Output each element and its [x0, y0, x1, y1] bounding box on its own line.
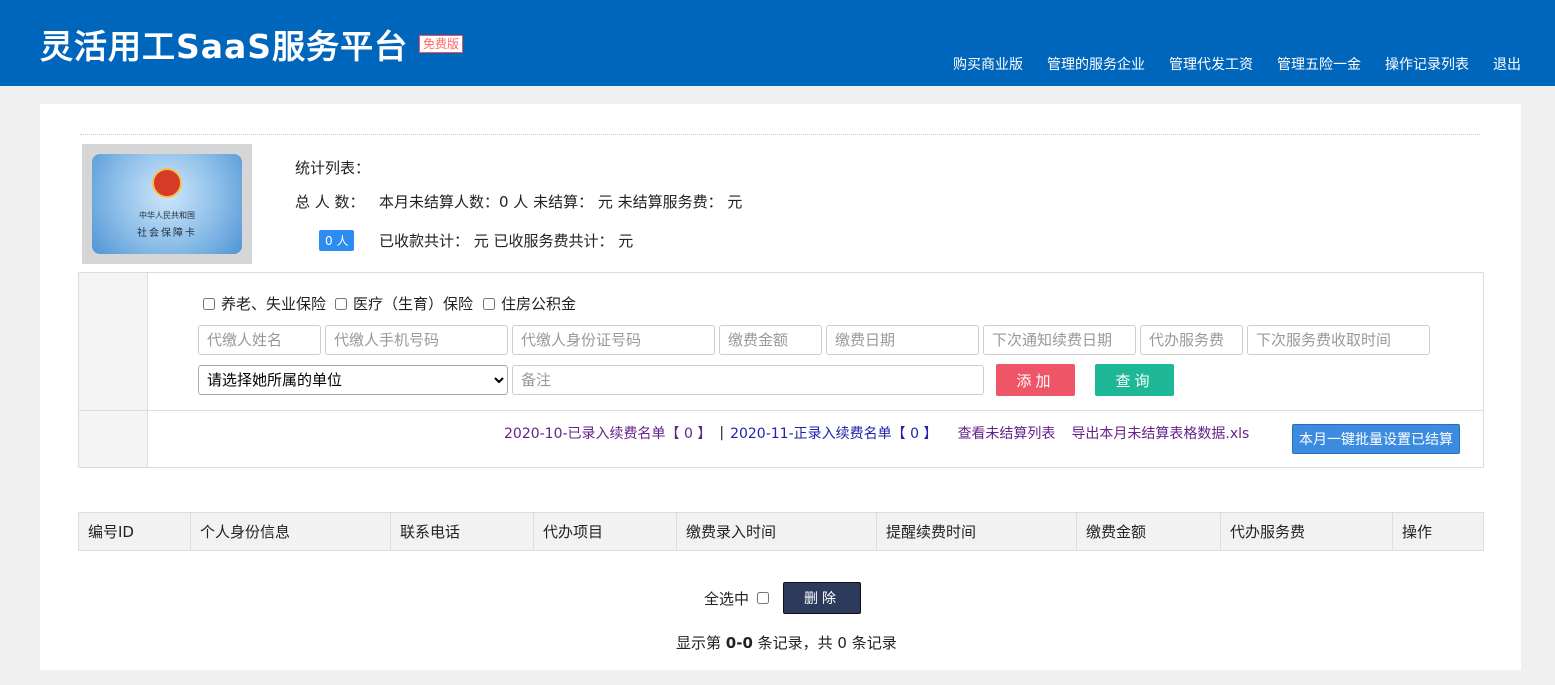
links-row: 2020-10-已录入续费名单【 0 】 | 2020-11-正录入续费名单【 … [504, 423, 1249, 443]
card-country-text: 中华人民共和国 [139, 211, 195, 220]
select-all-checkbox[interactable] [757, 592, 770, 604]
payment-date-input[interactable] [826, 325, 979, 355]
total-label: 总 人 数： [295, 193, 365, 211]
link-separator: | [719, 425, 725, 441]
delete-button[interactable]: 删除 [783, 582, 862, 614]
entry-form: 养老、失业保险 医疗（生育）保险 住房公积金 请选择她所属的单位 添加 查询 2… [78, 272, 1484, 468]
col-project: 代办项目 [533, 512, 677, 551]
pager-range: 0-0 [725, 634, 753, 652]
divider [80, 134, 1480, 135]
checkbox-pension[interactable]: 养老、失业保险 [203, 293, 326, 314]
housing-fund-checkbox[interactable] [483, 297, 495, 310]
checkbox-housing-fund[interactable]: 住房公积金 [483, 293, 576, 314]
bulk-actions: 全选中 删除 [704, 582, 862, 614]
main-panel: 中华人民共和国 社会保障卡 统计列表： 总 人 数： 本月未结算人数：0 人 未… [40, 104, 1521, 670]
col-remind-time: 提醒续费时间 [876, 512, 1077, 551]
select-all-label: 全选中 [704, 589, 750, 608]
amount-input[interactable] [719, 325, 822, 355]
pension-checkbox[interactable] [203, 297, 215, 310]
service-fee-input[interactable] [1140, 325, 1243, 355]
brand-title: 灵活用工SaaS服务平台 [40, 27, 409, 66]
pagination-info: 显示第 0-0 条记录，共 0 条记录 [676, 634, 897, 652]
export-xls-link[interactable]: 导出本月未结算表格数据.xls [1071, 423, 1249, 443]
medical-checkbox[interactable] [335, 297, 347, 310]
remark-input[interactable] [512, 365, 984, 395]
add-button[interactable]: 添加 [996, 364, 1075, 396]
col-identity: 个人身份信息 [190, 512, 391, 551]
view-unsettled-link[interactable]: 查看未结算列表 [957, 423, 1055, 443]
card-title-text: 社会保障卡 [137, 228, 197, 239]
next-notice-date-input[interactable] [983, 325, 1136, 355]
received-summary: 已收款共计： 元 已收服务费共计： 元 [379, 232, 634, 250]
top-header: 灵活用工SaaS服务平台 免费版 购买商业版 管理的服务企业 管理代发工资 管理… [0, 0, 1555, 86]
col-service-fee: 代办服务费 [1220, 512, 1393, 551]
november-list-link[interactable]: 2020-11-正录入续费名单【 0 】 [730, 423, 937, 443]
unit-select[interactable]: 请选择她所属的单位 [198, 365, 508, 395]
total-count-badge: 0 人 [319, 230, 355, 251]
table-header-row: 编号ID 个人身份信息 联系电话 代办项目 缴费录入时间 提醒续费时间 缴费金额… [78, 512, 1484, 551]
payer-name-input[interactable] [198, 325, 321, 355]
october-list-link[interactable]: 2020-10-已录入续费名单【 0 】 [504, 423, 711, 443]
nav-logout[interactable]: 退出 [1493, 54, 1521, 74]
nav-payroll[interactable]: 管理代发工资 [1169, 54, 1253, 74]
national-emblem-icon [152, 168, 182, 198]
next-fee-time-input[interactable] [1247, 325, 1430, 355]
col-phone: 联系电话 [390, 512, 534, 551]
nav-service-enterprises[interactable]: 管理的服务企业 [1047, 54, 1145, 74]
unsettled-summary: 本月未结算人数：0 人 未结算： 元 未结算服务费： 元 [379, 193, 743, 211]
nav-buy-commercial[interactable]: 购买商业版 [953, 54, 1023, 74]
nav-insurance[interactable]: 管理五险一金 [1277, 54, 1361, 74]
records-table: 编号ID 个人身份信息 联系电话 代办项目 缴费录入时间 提醒续费时间 缴费金额… [78, 512, 1484, 551]
payer-idcard-input[interactable] [512, 325, 715, 355]
col-amount: 缴费金额 [1076, 512, 1221, 551]
social-security-card-image: 中华人民共和国 社会保障卡 [82, 144, 252, 264]
payer-phone-input[interactable] [325, 325, 508, 355]
free-edition-badge: 免费版 [419, 35, 464, 53]
batch-settle-button[interactable]: 本月一键批量设置已结算 [1292, 424, 1460, 454]
form-sidebar [79, 273, 148, 467]
stats-title: 统计列表： [295, 159, 371, 177]
nav-operation-log[interactable]: 操作记录列表 [1385, 54, 1469, 74]
col-id: 编号ID [78, 512, 191, 551]
col-actions: 操作 [1392, 512, 1484, 551]
top-nav: 购买商业版 管理的服务企业 管理代发工资 管理五险一金 操作记录列表 退出 [953, 54, 1521, 74]
checkbox-medical[interactable]: 医疗（生育）保险 [335, 293, 473, 314]
search-button[interactable]: 查询 [1095, 364, 1174, 396]
col-entry-time: 缴费录入时间 [676, 512, 877, 551]
